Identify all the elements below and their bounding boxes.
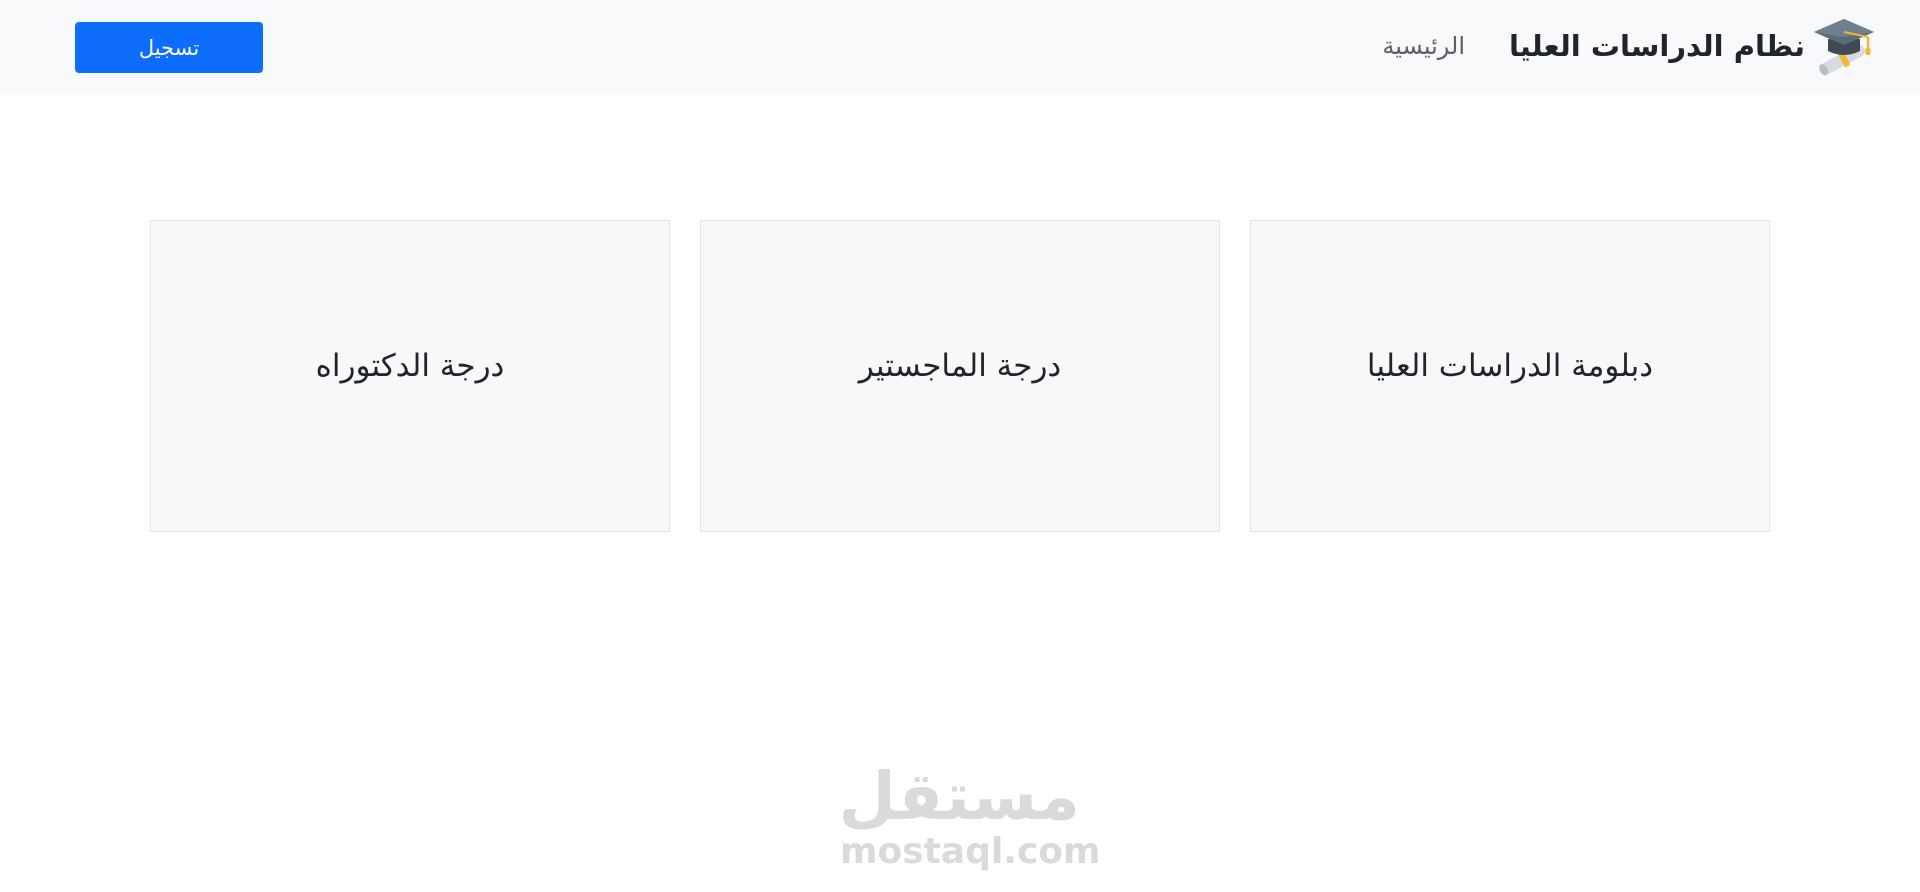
- program-cards: دبلومة الدراسات العليا درجة الماجستير در…: [150, 220, 1770, 532]
- card-title: دبلومة الدراسات العليا: [1366, 348, 1654, 384]
- top-navbar: نظام الدراسات العليا الرئيسية تسجيل: [0, 0, 1920, 95]
- watermark-latin: mostaql.com: [840, 831, 1101, 872]
- card-postgraduate-diploma[interactable]: دبلومة الدراسات العليا: [1250, 220, 1770, 532]
- nav-link-home[interactable]: الرئيسية: [1382, 32, 1465, 60]
- mostaql-watermark: مستقل mostaql.com: [838, 758, 1101, 886]
- register-button[interactable]: تسجيل: [75, 22, 263, 73]
- card-title: درجة الماجستير: [858, 348, 1062, 384]
- card-masters-degree[interactable]: درجة الماجستير: [700, 220, 1220, 532]
- card-title: درجة الدكتوراه: [315, 348, 505, 384]
- brand-link[interactable]: نظام الدراسات العليا: [1509, 14, 1877, 78]
- graduation-cap-icon: [1814, 19, 1874, 76]
- watermark-arabic: مستقل: [838, 758, 1080, 835]
- brand-title: نظام الدراسات العليا: [1508, 29, 1805, 63]
- card-doctorate-degree[interactable]: درجة الدكتوراه: [150, 220, 670, 532]
